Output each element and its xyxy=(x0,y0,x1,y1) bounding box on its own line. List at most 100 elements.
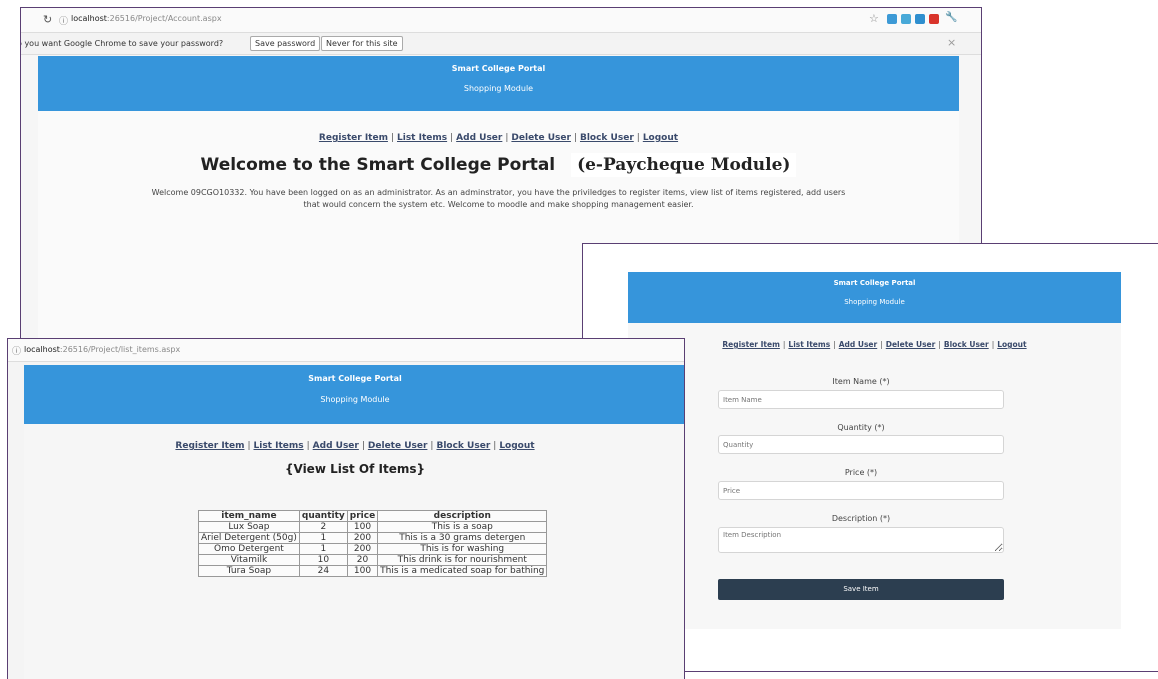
price-label: Price (*) xyxy=(844,468,878,477)
nav-separator: | xyxy=(938,340,941,349)
welcome-module: (e-Paycheque Module) xyxy=(571,153,797,177)
welcome-heading: Welcome to the Smart College Portal (e-P… xyxy=(38,153,959,177)
nav-add-user[interactable]: Add User xyxy=(313,441,359,451)
welcome-line-1: Welcome 09CGO10332. You have been logged… xyxy=(151,188,846,197)
item-name-input[interactable] xyxy=(718,390,1004,409)
list-page-body: Register Item | List Items | Add User | Delete… xyxy=(24,424,684,679)
price-input[interactable] xyxy=(718,481,1004,500)
welcome-message: Welcome 09CGO10332. You have been logged… xyxy=(58,187,939,211)
banner-title: Smart College Portal xyxy=(308,374,402,383)
nav-delete-user[interactable]: Delete User xyxy=(886,340,936,349)
item-name-label: Item Name (*) xyxy=(832,377,890,386)
nav-register-item[interactable]: Register Item xyxy=(319,133,388,143)
url-field[interactable]: localhost:26516/Project/list_items.aspx xyxy=(24,345,180,354)
nav-logout[interactable]: Logout xyxy=(997,340,1026,349)
nav-block-user[interactable]: Block User xyxy=(436,441,490,451)
table-cell: This is a medicated soap for bathing xyxy=(377,565,548,577)
url-path: :26516/Project/Account.aspx xyxy=(106,14,222,23)
nav-separator: | xyxy=(450,133,454,143)
nav-logout[interactable]: Logout xyxy=(643,133,678,143)
save-password-button[interactable]: Save password xyxy=(250,36,321,51)
description-label: Description (*) xyxy=(831,514,891,523)
table-cell: Lux Soap xyxy=(198,521,300,533)
table-cell: 20 xyxy=(346,554,379,566)
table-row: Ariel Detergent (50g) 1 200 This is a 30… xyxy=(198,532,548,544)
nav-separator: | xyxy=(390,133,394,143)
page-title: {View List Of Items} xyxy=(284,462,426,476)
banner-subtitle: Shopping Module xyxy=(844,298,905,306)
nav-list-items[interactable]: List Items xyxy=(788,340,830,349)
url-field[interactable]: localhost:26516/Project/Account.aspx xyxy=(71,14,222,23)
extension-icon[interactable] xyxy=(915,14,925,24)
table-cell: This is a soap xyxy=(377,521,548,533)
url-path: :26516/Project/list_items.aspx xyxy=(59,345,181,354)
nav-register-item[interactable]: Register Item xyxy=(722,340,780,349)
nav-separator: | xyxy=(430,441,434,451)
welcome-line-2: that would concern the system etc. Welco… xyxy=(303,200,694,209)
nav-menu: Register Item | List Items | Add User | Delete… xyxy=(628,340,1121,349)
wrench-icon[interactable]: 🔧 xyxy=(945,12,957,23)
table-cell: Tura Soap xyxy=(198,565,300,577)
table-cell: 100 xyxy=(346,565,379,577)
url-host: localhost xyxy=(24,345,60,354)
close-icon[interactable]: × xyxy=(947,36,956,49)
nav-delete-user[interactable]: Delete User xyxy=(511,133,571,143)
table-cell: This drink is for nourishment xyxy=(377,554,548,566)
page-info-icon: ⓘ xyxy=(59,17,69,27)
table-cell: 100 xyxy=(346,521,379,533)
register-page-body: Smart College Portal Shopping Module Reg… xyxy=(628,272,1121,629)
nav-list-items[interactable]: List Items xyxy=(254,441,304,451)
nav-separator: | xyxy=(880,340,883,349)
page-info-icon: ⓘ xyxy=(12,347,22,357)
nav-add-user[interactable]: Add User xyxy=(456,133,502,143)
table-cell: Vitamilk xyxy=(198,554,300,566)
nav-register-item[interactable]: Register Item xyxy=(175,441,244,451)
extension-icon[interactable] xyxy=(901,14,911,24)
infobar-message: o you want Google Chrome to save your pa… xyxy=(20,39,224,48)
extension-icon[interactable] xyxy=(929,14,939,24)
nav-block-user[interactable]: Block User xyxy=(944,340,989,349)
table-cell: 200 xyxy=(346,532,379,544)
url-host: localhost xyxy=(71,14,107,23)
star-icon[interactable]: ☆ xyxy=(869,12,879,25)
reload-icon[interactable]: ↻ xyxy=(43,13,52,26)
banner-title: Smart College Portal xyxy=(833,279,916,287)
banner-subtitle: Shopping Module xyxy=(463,84,534,93)
table-cell: 1 xyxy=(298,532,348,544)
nav-delete-user[interactable]: Delete User xyxy=(368,441,428,451)
quantity-input[interactable] xyxy=(718,435,1004,454)
items-table: item_name quantity price description Lux… xyxy=(198,510,548,577)
table-cell: 200 xyxy=(346,543,379,555)
column-header: item_name xyxy=(198,510,300,522)
never-save-button[interactable]: Never for this site xyxy=(321,36,403,51)
portal-banner: Smart College Portal Shopping Module xyxy=(38,56,959,111)
nav-block-user[interactable]: Block User xyxy=(580,133,634,143)
list-items-window: ⓘ localhost:26516/Project/list_items.asp… xyxy=(7,338,685,679)
column-header: description xyxy=(377,510,548,522)
save-item-button[interactable]: Save Item xyxy=(718,579,1004,600)
table-cell: 2 xyxy=(298,521,348,533)
nav-add-user[interactable]: Add User xyxy=(839,340,878,349)
nav-separator: | xyxy=(636,133,640,143)
nav-logout[interactable]: Logout xyxy=(499,441,534,451)
nav-separator: | xyxy=(782,340,786,349)
nav-separator: | xyxy=(306,441,310,451)
banner-title: Smart College Portal xyxy=(451,64,546,73)
nav-list-items[interactable]: List Items xyxy=(397,133,447,143)
nav-separator: | xyxy=(573,133,577,143)
extension-icon[interactable] xyxy=(887,14,897,24)
nav-menu: Register Item | List Items | Add User | Delete… xyxy=(38,133,959,143)
table-cell: Ariel Detergent (50g) xyxy=(198,532,300,544)
quantity-label: Quantity (*) xyxy=(837,423,885,432)
table-row: Vitamilk 10 20 This drink is for nourish… xyxy=(198,554,548,566)
nav-separator: | xyxy=(991,340,995,349)
table-cell: This is for washing xyxy=(377,543,548,555)
nav-menu: Register Item | List Items | Add User | Delete… xyxy=(24,441,684,451)
column-header: quantity xyxy=(298,510,348,522)
table-cell: 24 xyxy=(298,565,348,577)
nav-separator: | xyxy=(833,340,836,349)
table-row: Tura Soap 24 100 This is a medicated soa… xyxy=(198,565,548,577)
nav-separator: | xyxy=(493,441,497,451)
table-header-row: item_name quantity price description xyxy=(198,510,548,522)
description-textarea[interactable] xyxy=(718,527,1004,553)
